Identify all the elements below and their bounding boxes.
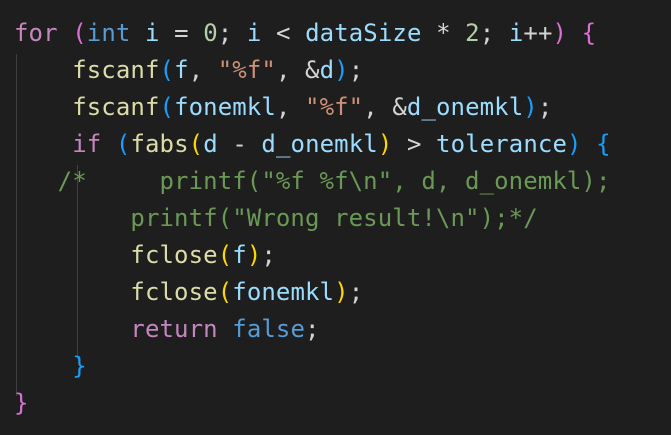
code-token: (	[159, 93, 175, 121]
code-token: ;	[217, 19, 247, 47]
code-line-4[interactable]: if (fabs(d - d_onemkl) > tolerance) {	[14, 126, 611, 163]
code-token: (	[72, 19, 87, 47]
code-token: , &	[363, 93, 407, 121]
code-token: )	[377, 130, 393, 158]
code-token: (	[188, 130, 204, 158]
code-token: fonemkl	[232, 278, 335, 306]
code-token: d	[203, 130, 218, 158]
code-line-9[interactable]: return false;	[14, 311, 320, 348]
code-token: ;	[537, 93, 553, 121]
code-token: }	[14, 389, 29, 417]
code-token: dataSize	[305, 19, 422, 47]
code-line-6[interactable]: printf("Wrong result!\n");*/	[14, 200, 538, 237]
code-token: fonemkl	[174, 93, 276, 121]
code-token: i	[145, 19, 160, 47]
code-line-1[interactable]: for (int i = 0; i < dataSize * 2; i++) {	[14, 15, 596, 52]
code-token: ;	[305, 315, 320, 343]
code-token: return	[130, 315, 218, 343]
code-token: >	[392, 130, 437, 158]
code-token: (	[217, 241, 233, 269]
code-token: d	[319, 56, 335, 84]
code-token: , &	[275, 56, 320, 84]
code-token: int	[86, 19, 131, 47]
code-line-3[interactable]: fscanf(fonemkl, "%f", &d_onemkl);	[14, 89, 552, 126]
code-token: if	[72, 130, 102, 158]
code-token: false	[232, 315, 306, 343]
code-token: fabs	[130, 130, 189, 158]
code-token: fscanf	[72, 56, 160, 84]
code-token: )	[552, 19, 568, 47]
code-line-7[interactable]: fclose(f);	[14, 237, 276, 274]
code-token: ;	[261, 241, 276, 269]
code-token: fclose	[130, 278, 218, 306]
code-token: d_onemkl	[261, 130, 378, 158]
code-token: ++	[523, 19, 553, 47]
code-token: /* printf("%f %f\n", d, d_onemkl);	[14, 167, 611, 195]
code-token: printf("Wrong result!\n");*/	[14, 204, 538, 232]
code-editor[interactable]: for (int i = 0; i < dataSize * 2; i++) {…	[0, 0, 671, 435]
code-token: )	[246, 241, 262, 269]
code-token: (	[217, 278, 233, 306]
code-token: {	[596, 130, 611, 158]
code-token: ;	[348, 56, 364, 84]
code-token: "%f"	[217, 56, 276, 84]
code-token: {	[581, 19, 597, 47]
code-token: i	[508, 19, 524, 47]
code-token: )	[523, 93, 538, 121]
code-token: tolerance	[436, 130, 567, 158]
code-token: d_onemkl	[406, 93, 524, 121]
code-line-10[interactable]: }	[14, 348, 87, 385]
code-token: )	[334, 56, 349, 84]
code-token: =	[159, 19, 204, 47]
code-token: ;	[479, 19, 509, 47]
code-token: for	[14, 19, 58, 47]
code-line-2[interactable]: fscanf(f, "%f", &d);	[14, 52, 363, 89]
code-token: }	[72, 352, 87, 380]
code-token: fscanf	[72, 93, 160, 121]
code-token: f	[174, 56, 189, 84]
code-token: ,	[188, 56, 218, 84]
code-token: -	[217, 130, 262, 158]
code-line-8[interactable]: fclose(fonemkl);	[14, 274, 363, 311]
code-token: fclose	[130, 241, 218, 269]
code-token: )	[567, 130, 582, 158]
code-token: ,	[275, 93, 306, 121]
code-token: i	[246, 19, 262, 47]
code-line-5[interactable]: /* printf("%f %f\n", d, d_onemkl);	[14, 163, 611, 200]
code-token: f	[232, 241, 247, 269]
code-token: (	[159, 56, 175, 84]
code-line-11[interactable]: }	[14, 385, 29, 422]
code-token: (	[115, 130, 131, 158]
code-token: 2	[465, 19, 480, 47]
code-token: 0	[203, 19, 218, 47]
code-token: "%f"	[305, 93, 364, 121]
code-token: *	[421, 19, 466, 47]
code-token: <	[261, 19, 306, 47]
code-token: )	[334, 278, 349, 306]
code-token: ;	[348, 278, 364, 306]
